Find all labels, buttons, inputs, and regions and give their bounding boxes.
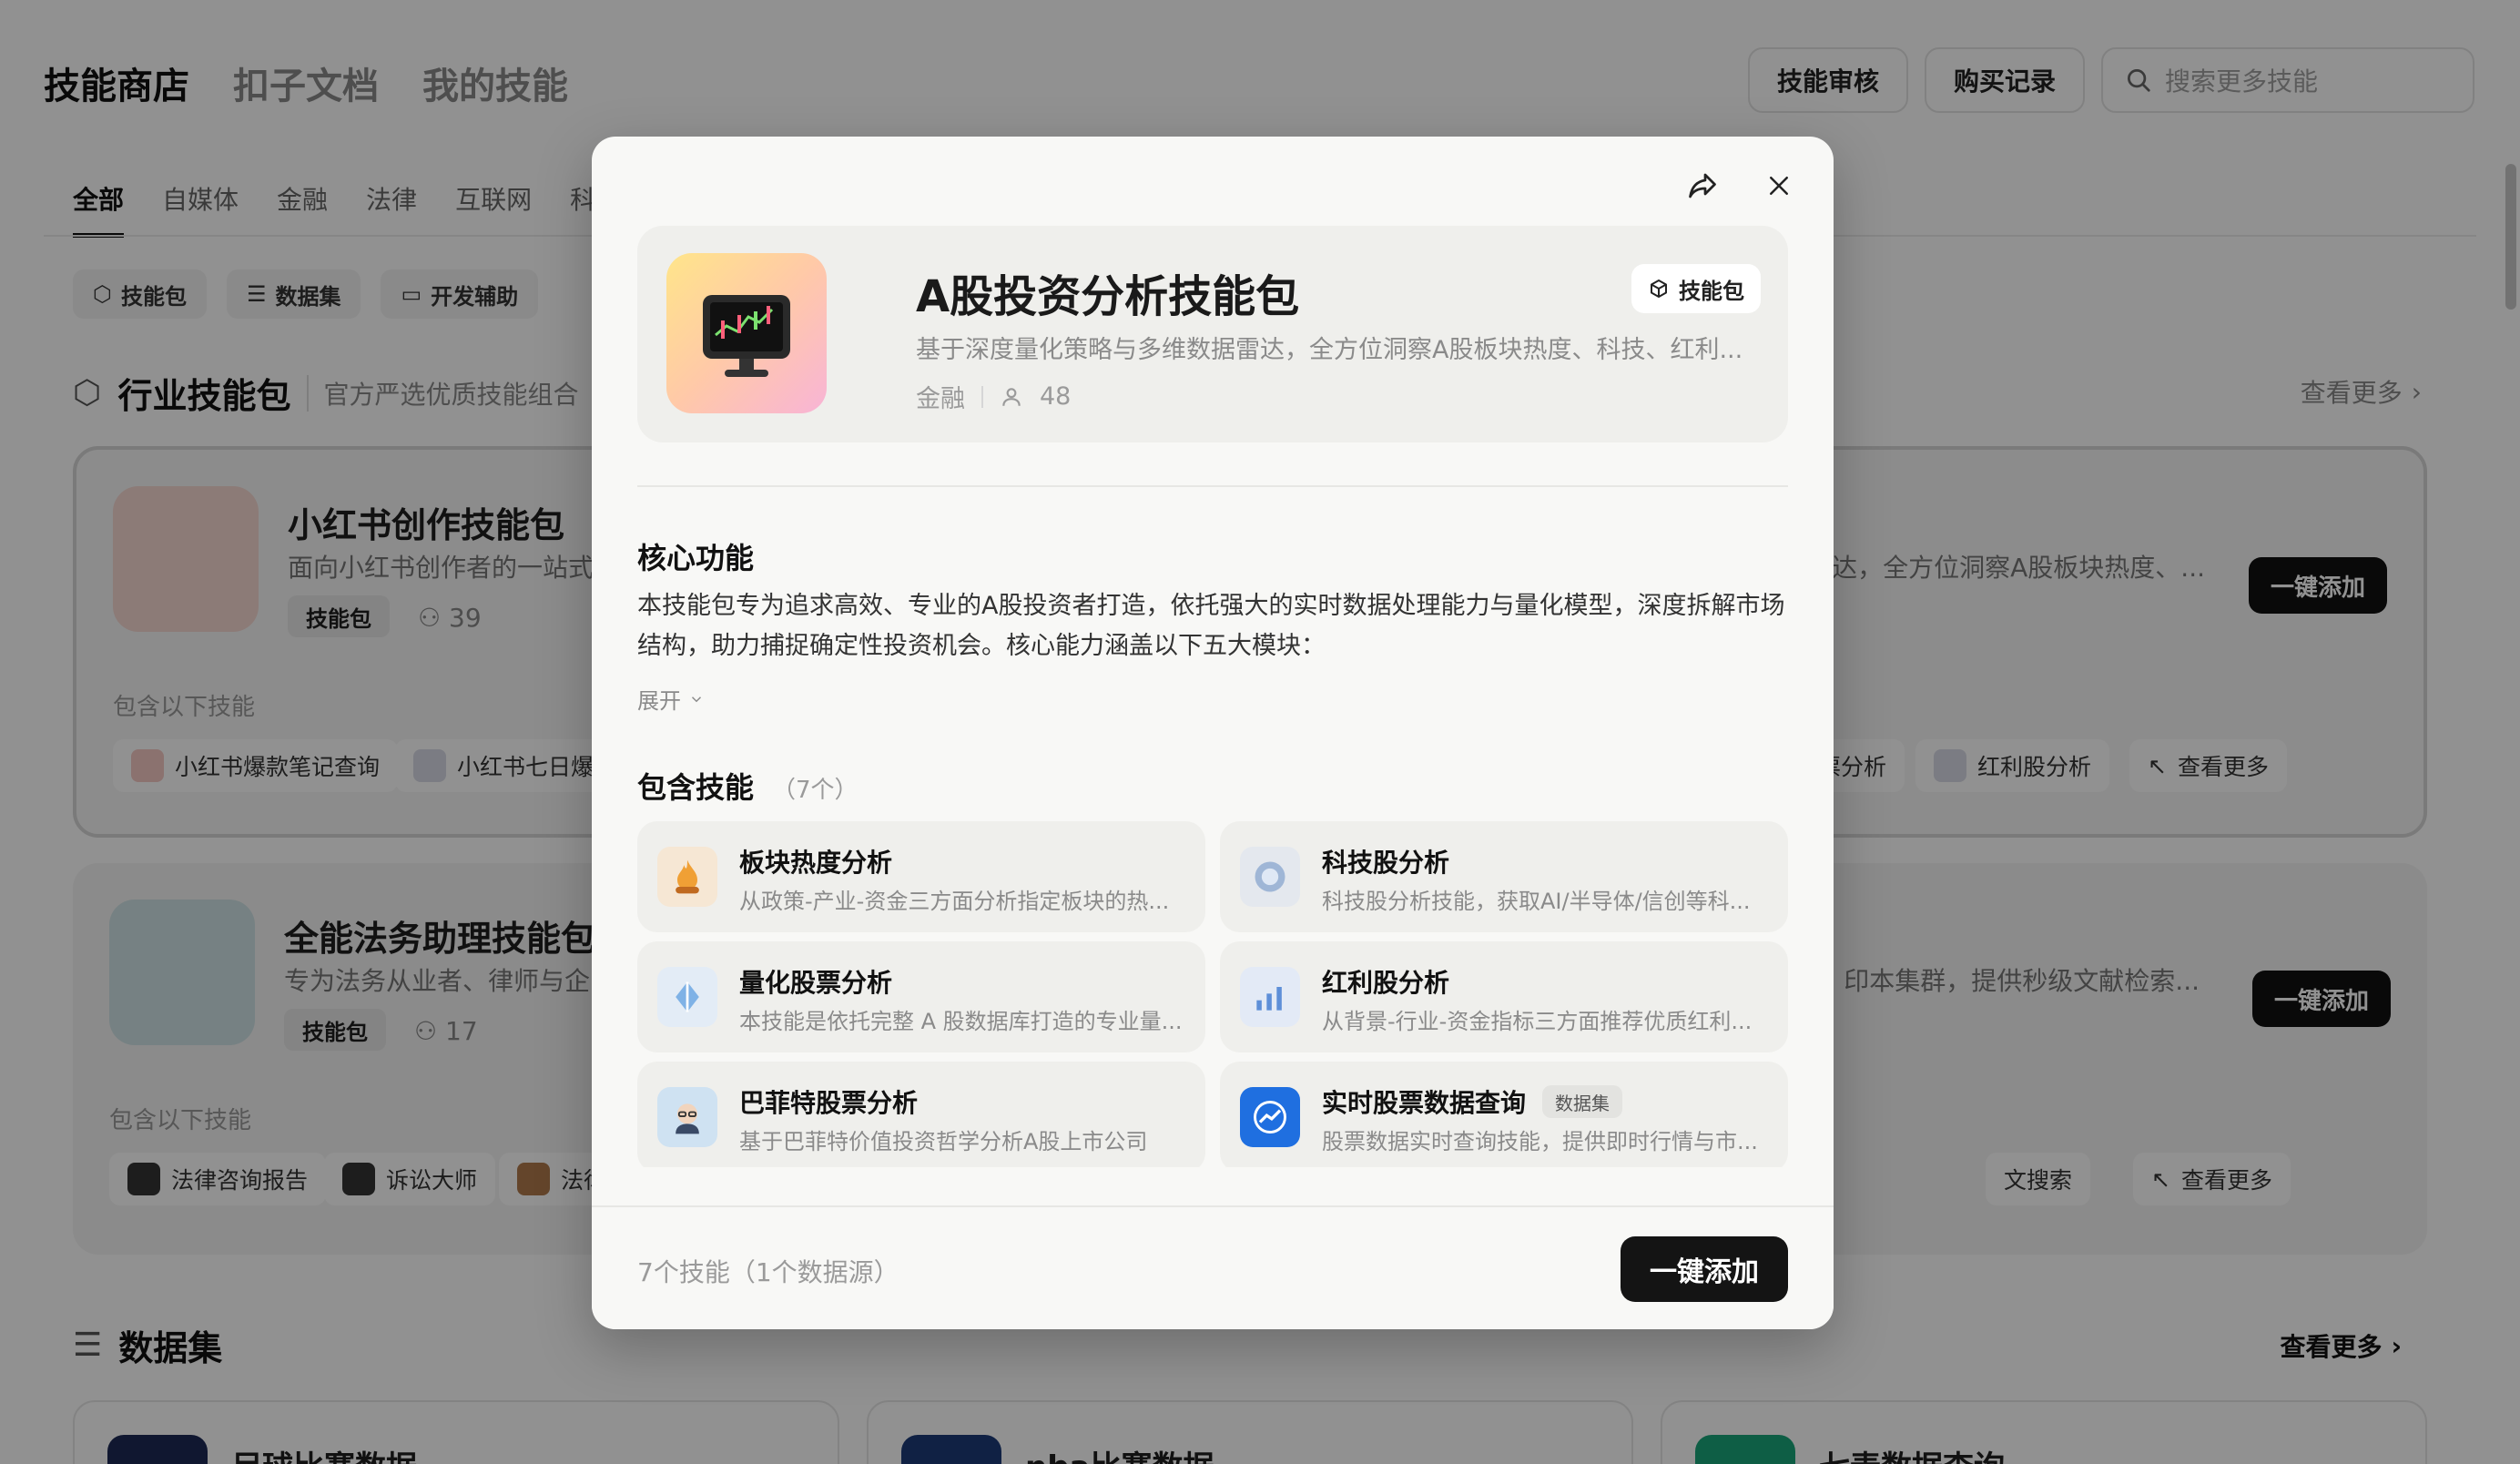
close-button[interactable] xyxy=(1757,164,1801,208)
skill-desc: 本技能是依托完整 A 股数据库打造的专业量... xyxy=(739,1009,1183,1034)
skill-name: 实时股票数据查询 数据集 xyxy=(1322,1083,1623,1120)
user-count: 48 xyxy=(1040,382,1072,411)
quant-crystal-icon xyxy=(657,967,717,1027)
category-label: 金融 xyxy=(916,385,965,413)
skill-name-text: 板块热度分析 xyxy=(739,848,893,878)
add-all-button[interactable]: 一键添加 xyxy=(1621,1236,1788,1302)
skill-name-text: 科技股分析 xyxy=(1322,848,1450,878)
flame-icon xyxy=(657,847,717,907)
modal-footer: 7个技能（1个数据源） 一键添加 xyxy=(592,1205,1834,1329)
skill-desc: 从背景-行业-资金指标三方面推荐优质红利... xyxy=(1322,1009,1753,1034)
skill-card-buffett[interactable]: 巴菲特股票分析 基于巴菲特价值投资哲学分析A股上市公司 xyxy=(637,1062,1205,1167)
skill-desc: 基于巴菲特价值投资哲学分析A股上市公司 xyxy=(739,1129,1148,1154)
core-features-text: 本技能包专为追求高效、专业的A股投资者打造，依托强大的实时数据处理能力与量化模型… xyxy=(637,592,1785,660)
skill-name: 量化股票分析 xyxy=(739,963,892,1000)
user-icon xyxy=(1002,387,1021,406)
buffett-avatar-icon xyxy=(657,1087,717,1147)
skill-pack-detail-modal: A股投资分析技能包 技能包 基于深度量化策略与多维数据雷达，全方位洞察A股板块热… xyxy=(592,137,1834,1329)
skill-name: 板块热度分析 xyxy=(739,843,892,879)
modal-toolbar xyxy=(1681,164,1801,208)
dividend-chart-icon xyxy=(1240,967,1300,1027)
chevron-down-icon xyxy=(691,696,702,702)
expand-label: 展开 xyxy=(637,688,681,714)
close-icon xyxy=(1770,177,1788,195)
badge-label: 技能包 xyxy=(1679,278,1744,304)
divider xyxy=(637,485,1788,487)
modal-description: 基于深度量化策略与多维数据雷达，全方位洞察A股板块热度、科技、红利... xyxy=(916,336,1743,364)
skill-card-quant-stock[interactable]: 量化股票分析 本技能是依托完整 A 股数据库打造的专业量... xyxy=(637,941,1205,1052)
skill-card-sector-heat[interactable]: 板块热度分析 从政策-产业-资金三方面分析指定板块的热... xyxy=(637,821,1205,932)
expand-button[interactable]: 展开 xyxy=(637,683,705,715)
core-features-heading: 核心功能 xyxy=(637,541,755,575)
included-heading-label: 包含技能 xyxy=(637,770,755,805)
included-skills-heading: 包含技能 （7个） xyxy=(637,765,859,807)
skill-desc: 股票数据实时查询技能，提供即时行情与市... xyxy=(1322,1129,1758,1154)
skill-name: 红利股分析 xyxy=(1322,963,1449,1000)
skill-card-dividend-stock[interactable]: 红利股分析 从背景-行业-资金指标三方面推荐优质红利... xyxy=(1220,941,1788,1052)
modal-meta: 金融 48 xyxy=(916,379,1071,414)
share-icon xyxy=(1689,173,1716,198)
skill-name: 巴菲特股票分析 xyxy=(739,1083,918,1120)
skill-count-note: 7个技能（1个数据源） xyxy=(637,1257,899,1287)
skill-name-text: 量化股票分析 xyxy=(739,968,893,998)
meta-separator xyxy=(981,385,983,408)
skill-name-text: 红利股分析 xyxy=(1322,968,1450,998)
cube-icon xyxy=(1651,280,1667,298)
included-count: （7个） xyxy=(772,777,859,804)
included-skills-grid: 板块热度分析 从政策-产业-资金三方面分析指定板块的热... 科技股分析 科技股… xyxy=(637,821,1788,1167)
skill-pack-badge: 技能包 xyxy=(1631,264,1761,313)
dataset-tag: 数据集 xyxy=(1542,1085,1623,1118)
skill-name: 科技股分析 xyxy=(1322,843,1449,879)
skill-name-text: 实时股票数据查询 xyxy=(1322,1088,1527,1118)
skill-desc: 科技股分析技能，获取AI/半导体/信创等科... xyxy=(1322,889,1751,914)
skill-card-tech-stock[interactable]: 科技股分析 科技股分析技能，获取AI/半导体/信创等科... xyxy=(1220,821,1788,932)
stock-monitor-icon xyxy=(666,253,827,413)
realtime-chart-icon xyxy=(1240,1087,1300,1147)
modal-title: A股投资分析技能包 xyxy=(916,271,1300,322)
skill-desc: 从政策-产业-资金三方面分析指定板块的热... xyxy=(739,889,1170,914)
share-button[interactable] xyxy=(1681,164,1724,208)
skill-card-realtime-quote[interactable]: 实时股票数据查询 数据集 股票数据实时查询技能，提供即时行情与市... xyxy=(1220,1062,1788,1167)
skill-pack-hero: A股投资分析技能包 技能包 基于深度量化策略与多维数据雷达，全方位洞察A股板块热… xyxy=(637,226,1788,442)
skill-name-text: 巴菲特股票分析 xyxy=(739,1088,919,1118)
chip-globe-icon xyxy=(1240,847,1300,907)
